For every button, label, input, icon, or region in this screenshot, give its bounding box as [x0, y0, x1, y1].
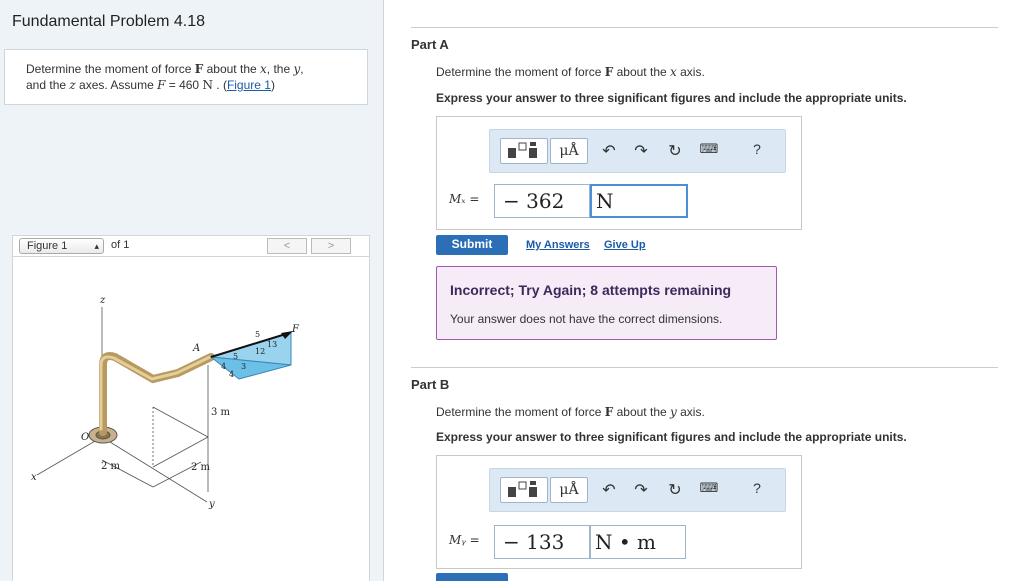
- statement-text: ,: [300, 62, 304, 76]
- undo-icon[interactable]: ↶: [599, 141, 619, 161]
- figure-navigation-bar: Figure 1 ▴▾ of 1 < >: [12, 235, 370, 265]
- assume-unit: N: [202, 78, 213, 92]
- reset-icon[interactable]: ↻: [665, 480, 685, 500]
- part-b-unit-input[interactable]: N • m: [590, 525, 686, 559]
- label-x: x: [31, 472, 37, 483]
- question-text: about the: [613, 65, 670, 79]
- label-F: F: [291, 324, 300, 335]
- keyboard-icon[interactable]: ⌨: [699, 480, 719, 496]
- label-z: z: [99, 295, 106, 306]
- problem-title: Fundamental Problem 4.18: [12, 13, 205, 30]
- problem-statement: Determine the moment of force F about th…: [4, 49, 368, 105]
- figure-area: z x y O A F 3 m 2 m 2 m 5 13 12 5 4 3 4: [12, 257, 370, 581]
- x-axis: [36, 436, 103, 476]
- statement-text: , the: [266, 62, 294, 76]
- axis-var: x: [670, 65, 677, 79]
- figure-select-value: Figure 1: [27, 240, 68, 252]
- force-symbol: F: [604, 65, 614, 79]
- figure-link[interactable]: Figure 1: [227, 78, 271, 92]
- label-y: y: [208, 499, 215, 510]
- label-5a: 5: [255, 330, 260, 339]
- question-text: Determine the moment of force: [436, 405, 605, 419]
- feedback-title: Incorrect; Try Again; 8 attempts remaini…: [450, 282, 732, 298]
- label-5b: 5: [233, 352, 238, 361]
- divider: [411, 367, 998, 368]
- redo-icon[interactable]: ↷: [631, 141, 651, 161]
- label-4a: 4: [221, 362, 226, 371]
- part-a-unit-input[interactable]: N: [590, 184, 688, 218]
- undo-icon[interactable]: ↶: [599, 480, 619, 500]
- question-text: about the: [613, 405, 670, 419]
- statement-text: = 460: [165, 78, 203, 92]
- part-b-question: Determine the moment of force F about th…: [436, 405, 705, 419]
- question-text: axis.: [676, 405, 705, 419]
- feedback-message: Your answer does not have the correct di…: [450, 312, 723, 326]
- statement-text: ): [270, 78, 275, 92]
- pipe-diagram: z x y O A F 3 m 2 m 2 m 5 13 12 5 4 3 4: [31, 295, 300, 510]
- statement-text: and the: [26, 78, 70, 92]
- part-a-label: Part A: [411, 37, 449, 52]
- next-figure-button[interactable]: >: [311, 238, 351, 254]
- reset-icon[interactable]: ↻: [665, 141, 685, 161]
- statement-text: axes. Assume: [75, 78, 158, 92]
- problem-panel: Fundamental Problem 4.18 Determine the m…: [0, 0, 384, 581]
- part-a-feedback: Incorrect; Try Again; 8 attempts remaini…: [436, 266, 777, 340]
- statement-text: Determine the moment of force: [26, 62, 195, 76]
- label-2m-b: 2 m: [191, 462, 211, 473]
- label-13: 13: [267, 340, 277, 349]
- divider: [411, 27, 998, 28]
- part-a-submit-button[interactable]: Submit: [436, 235, 508, 255]
- part-b-label: Part B: [411, 377, 450, 392]
- templates-button[interactable]: [500, 477, 548, 503]
- figure-count: of 1: [111, 239, 130, 251]
- part-a-question: Determine the moment of force F about th…: [436, 65, 705, 79]
- templates-icon: [508, 142, 537, 158]
- part-a-toolbar: μÅ ↶ ↷ ↻ ⌨ ?: [489, 129, 786, 173]
- prev-figure-button[interactable]: <: [267, 238, 307, 254]
- part-a-instruction: Express your answer to three significant…: [436, 91, 907, 105]
- templates-icon: [508, 481, 537, 497]
- redo-icon[interactable]: ↷: [631, 480, 651, 500]
- units-button[interactable]: μÅ: [550, 477, 588, 503]
- part-b-variable-label: Mᵧ =: [449, 533, 480, 547]
- give-up-link[interactable]: Give Up: [604, 239, 646, 251]
- question-text: Determine the moment of force: [436, 65, 605, 79]
- pipe-body: [99, 352, 215, 436]
- part-b-value-input[interactable]: − 133: [494, 525, 590, 559]
- x-var: x: [260, 62, 267, 76]
- help-button[interactable]: ?: [747, 480, 767, 496]
- answer-panel: Part A Determine the moment of force F a…: [384, 0, 1021, 581]
- statement-text: . (: [212, 78, 227, 92]
- question-text: axis.: [676, 65, 705, 79]
- part-b-toolbar: μÅ ↶ ↷ ↻ ⌨ ?: [489, 468, 786, 512]
- axis-var: y: [670, 405, 677, 419]
- dim-line: [152, 406, 209, 438]
- part-a-variable-label: Mₓ =: [449, 192, 480, 206]
- label-3m: 3 m: [211, 407, 231, 418]
- figure-select[interactable]: Figure 1 ▴▾: [19, 238, 104, 265]
- templates-button[interactable]: [500, 138, 548, 164]
- label-3: 3: [241, 362, 246, 371]
- label-2m-a: 2 m: [101, 461, 121, 472]
- my-answers-link[interactable]: My Answers: [526, 239, 590, 251]
- part-b-instruction: Express your answer to three significant…: [436, 430, 907, 444]
- force-symbol: F: [604, 405, 614, 419]
- part-a-value-input[interactable]: − 362: [494, 184, 590, 218]
- force-symbol: F: [194, 62, 204, 76]
- label-A: A: [192, 343, 200, 354]
- part-a-answer-box: μÅ ↶ ↷ ↻ ⌨ ? Mₓ = − 362 N: [436, 116, 802, 230]
- label-4b: 4: [229, 370, 234, 379]
- help-button[interactable]: ?: [747, 141, 767, 157]
- label-12: 12: [255, 347, 265, 356]
- part-b-submit-button[interactable]: [436, 573, 508, 581]
- keyboard-icon[interactable]: ⌨: [699, 141, 719, 157]
- axes-lines: [36, 307, 209, 503]
- pipe: [99, 352, 215, 436]
- part-b-answer-box: μÅ ↶ ↷ ↻ ⌨ ? Mᵧ = − 133 N • m: [436, 455, 802, 569]
- label-O: O: [81, 432, 89, 443]
- statement-text: about the: [203, 62, 260, 76]
- units-button[interactable]: μÅ: [550, 138, 588, 164]
